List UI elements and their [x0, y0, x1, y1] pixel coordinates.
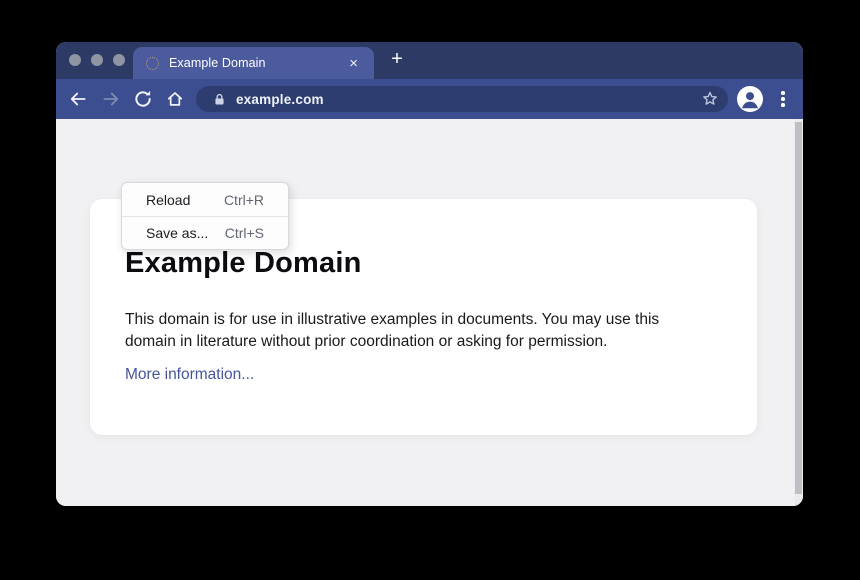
context-menu-item-save-as[interactable]: Save as... Ctrl+S: [122, 216, 288, 249]
page-viewport: Example Domain This domain is for use in…: [56, 119, 803, 506]
menu-item-shortcut: Ctrl+S: [225, 225, 264, 241]
forward-icon[interactable]: [101, 89, 121, 109]
menu-item-shortcut: Ctrl+R: [224, 192, 264, 208]
tab-close-icon[interactable]: ×: [346, 54, 361, 73]
tab-strip: Example Domain × +: [56, 42, 803, 79]
scrollbar-track[interactable]: [794, 119, 803, 506]
page-heading: Example Domain: [125, 247, 362, 280]
scrollbar-thumb[interactable]: [795, 122, 802, 494]
menu-item-label: Save as...: [146, 225, 225, 241]
context-menu: Reload Ctrl+R Save as... Ctrl+S: [121, 182, 289, 250]
back-icon[interactable]: [68, 89, 88, 109]
profile-avatar-icon[interactable]: [737, 86, 763, 112]
window-controls: [69, 54, 125, 66]
bookmark-star-icon[interactable]: [700, 89, 720, 109]
lock-icon[interactable]: [212, 92, 227, 107]
active-tab[interactable]: Example Domain ×: [133, 47, 374, 79]
window-control-close[interactable]: [69, 54, 81, 66]
new-tab-button[interactable]: +: [385, 47, 409, 73]
menu-item-label: Reload: [146, 192, 224, 208]
url-text: example.com: [236, 92, 324, 107]
reload-icon[interactable]: [133, 89, 153, 109]
window-control-minimize[interactable]: [91, 54, 103, 66]
browser-menu-icon[interactable]: [779, 89, 787, 109]
page-paragraph: This domain is for use in illustrative e…: [125, 309, 713, 353]
browser-window: Example Domain × +: [56, 42, 803, 506]
site-favicon-icon: [146, 57, 159, 70]
address-bar[interactable]: example.com: [196, 86, 728, 112]
context-menu-item-reload[interactable]: Reload Ctrl+R: [122, 183, 288, 216]
tab-title: Example Domain: [169, 56, 346, 70]
browser-toolbar: example.com: [56, 79, 803, 119]
home-icon[interactable]: [165, 89, 185, 109]
window-control-zoom[interactable]: [113, 54, 125, 66]
more-information-link[interactable]: More information...: [125, 366, 254, 384]
